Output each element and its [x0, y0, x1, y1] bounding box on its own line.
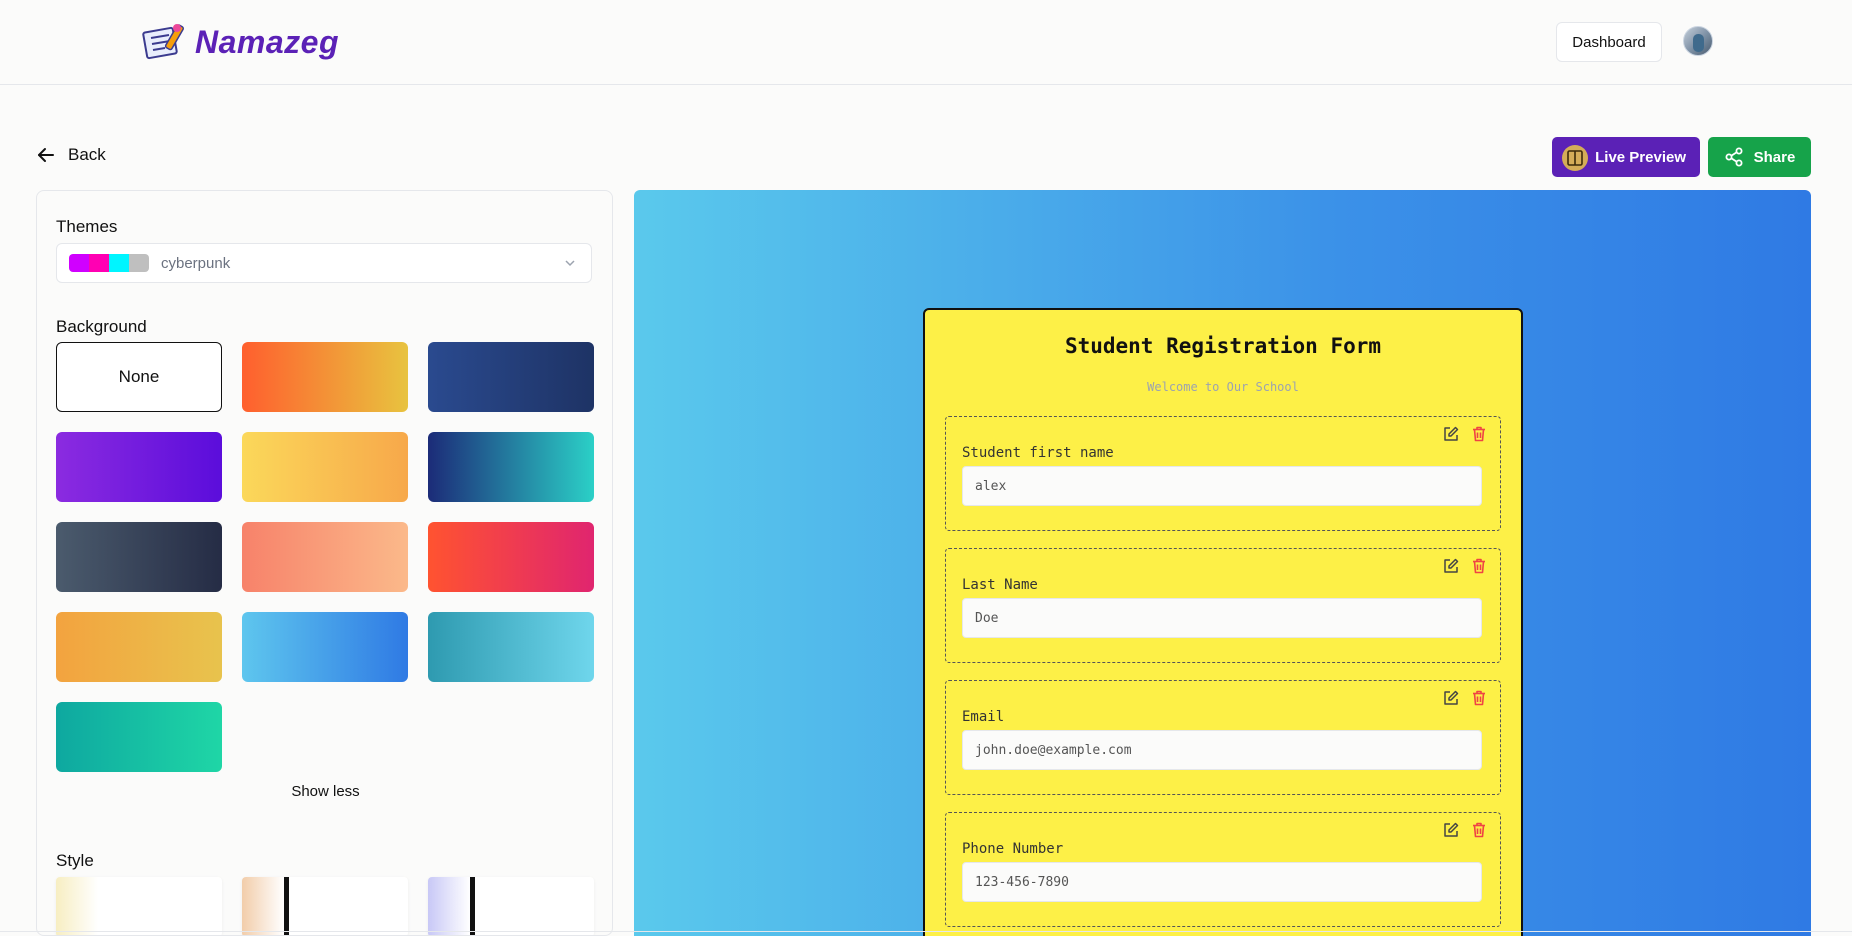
form-card: Student Registration Form Welcome to Our… [923, 308, 1523, 936]
field-tools [1442, 689, 1488, 707]
background-option-red-pink[interactable] [428, 522, 594, 592]
field-tools [1442, 425, 1488, 443]
user-avatar[interactable] [1683, 26, 1713, 56]
field-input[interactable]: john.doe@example.com [962, 730, 1482, 770]
brand-logo[interactable]: Namazeg [141, 20, 339, 64]
background-options: None [56, 342, 594, 772]
live-preview-label: Live Preview [1595, 148, 1686, 166]
background-option-teal-green[interactable] [56, 702, 222, 772]
background-option-slate[interactable] [56, 522, 222, 592]
field-label: Student first name [962, 445, 1114, 461]
theme-selected-value: cyberpunk [161, 254, 231, 272]
background-heading: Background [56, 317, 147, 336]
field-label: Email [962, 709, 1005, 725]
form-subtitle: Welcome to Our School [1147, 380, 1299, 394]
share-icon [1725, 147, 1743, 167]
background-option-sky-blue[interactable] [242, 612, 408, 682]
live-preview-button[interactable]: Live Preview [1552, 137, 1700, 177]
preview-icon [1562, 145, 1588, 171]
background-option-none[interactable]: None [56, 342, 222, 412]
trash-icon[interactable] [1470, 821, 1488, 839]
form-preview-canvas: Student Registration Form Welcome to Our… [634, 190, 1811, 936]
back-label: Back [68, 145, 106, 164]
top-navbar: Namazeg Dashboard [0, 0, 1852, 85]
field-input[interactable]: alex [962, 466, 1482, 506]
trash-icon[interactable] [1470, 557, 1488, 575]
field-input[interactable]: Doe [962, 598, 1482, 638]
form-title: Student Registration Form [1064, 334, 1382, 358]
settings-panel: Themes cyberpunk Background None Show le… [36, 190, 613, 936]
background-option-deep-blue[interactable] [428, 342, 594, 412]
arrow-left-icon [38, 148, 54, 162]
background-option-salmon-peach[interactable] [242, 522, 408, 592]
edit-icon[interactable] [1442, 689, 1460, 707]
logo-icon [142, 24, 184, 60]
dashboard-button[interactable]: Dashboard [1556, 22, 1662, 62]
background-option-orange-yellow[interactable] [242, 342, 408, 412]
field-label: Last Name [962, 577, 1038, 593]
style-option-lavender[interactable] [428, 877, 594, 935]
share-label: Share [1753, 148, 1796, 166]
form-field[interactable]: Phone Number 123-456-7890 [945, 812, 1501, 927]
edit-icon[interactable] [1442, 821, 1460, 839]
theme-swatch [69, 254, 149, 272]
style-options [56, 877, 594, 935]
style-option-cream[interactable] [56, 877, 222, 935]
share-button[interactable]: Share [1708, 137, 1811, 177]
edit-icon[interactable] [1442, 425, 1460, 443]
field-input[interactable]: 123-456-7890 [962, 862, 1482, 902]
brand-name: Namazeg [195, 23, 339, 60]
field-tools [1442, 821, 1488, 839]
background-option-yellow-orange[interactable] [242, 432, 408, 502]
style-option-peach[interactable] [242, 877, 408, 935]
trash-icon[interactable] [1470, 689, 1488, 707]
style-heading: Style [56, 851, 94, 870]
theme-select[interactable]: cyberpunk [56, 243, 592, 283]
divider [0, 931, 1852, 932]
background-option-teal-cyan[interactable] [428, 612, 594, 682]
background-option-amber[interactable] [56, 612, 222, 682]
background-option-purple[interactable] [56, 432, 222, 502]
themes-heading: Themes [56, 217, 118, 236]
edit-icon[interactable] [1442, 557, 1460, 575]
back-link[interactable]: Back [36, 145, 106, 165]
form-field[interactable]: Last Name Doe [945, 548, 1501, 663]
form-field[interactable]: Email john.doe@example.com [945, 680, 1501, 795]
chevron-down-icon [565, 260, 575, 267]
field-tools [1442, 557, 1488, 575]
background-option-navy-teal[interactable] [428, 432, 594, 502]
show-less-button[interactable]: Show less [37, 783, 612, 800]
form-field[interactable]: Student first name alex [945, 416, 1501, 531]
field-label: Phone Number [962, 841, 1064, 857]
trash-icon[interactable] [1470, 425, 1488, 443]
